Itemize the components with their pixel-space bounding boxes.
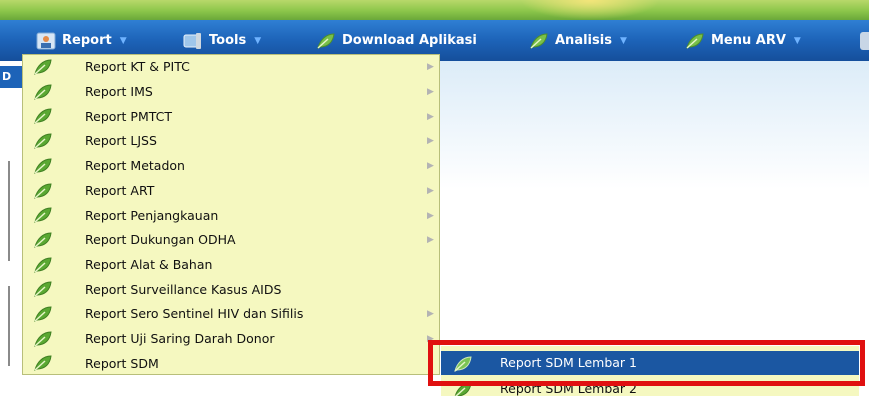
chevron-right-icon: ▶ <box>427 161 434 172</box>
menu-item-label: Report Alat & Bahan <box>85 256 213 272</box>
chevron-down-icon: ▼ <box>793 35 801 46</box>
leaf-icon <box>34 257 52 273</box>
menu-arv-label: Menu ARV <box>711 33 786 48</box>
leaf-icon <box>34 158 52 174</box>
menu-item-report-kt-pitc[interactable]: Report KT & PITC ▶ <box>23 55 439 80</box>
menu-item-report-art[interactable]: Report ART ▶ <box>23 179 439 204</box>
chevron-down-icon: ▼ <box>619 35 627 46</box>
report-icon <box>36 32 56 49</box>
leaf-icon <box>530 32 548 49</box>
left-panel-edge: D <box>0 61 22 396</box>
leaf-icon <box>34 182 52 199</box>
chevron-right-icon: ▶ <box>427 136 434 147</box>
menu-item-label: Report PMTCT <box>85 108 172 124</box>
leaf-icon <box>34 281 52 298</box>
menu-item-report-alat-bahan[interactable]: Report Alat & Bahan <box>23 253 439 278</box>
menu-report-label: Report <box>62 33 112 48</box>
leaf-icon <box>34 59 52 75</box>
leaf-icon <box>34 207 52 224</box>
sdm-submenu: Report SDM Lembar 1 Report SDM Lembar 2 <box>441 346 859 396</box>
menu-overflow-icon[interactable] <box>860 32 869 50</box>
leaf-icon <box>34 108 52 125</box>
banner-glow <box>520 0 660 20</box>
menu-item-label: Report Penjangkauan <box>85 207 219 223</box>
menu-item-label: Report Metadon <box>85 158 185 174</box>
chevron-right-icon: ▶ <box>427 334 434 345</box>
left-panel-divider <box>8 161 10 261</box>
menu-item-report-ljss[interactable]: Report LJSS ▶ <box>23 129 439 154</box>
menu-item-label: Report SDM <box>85 355 159 371</box>
chevron-right-icon: ▶ <box>427 185 434 196</box>
left-panel-divider <box>8 286 10 366</box>
menu-item-report-dukungan-odha[interactable]: Report Dukungan ODHA ▶ <box>23 228 439 253</box>
menu-item-label: Report KT & PITC <box>85 59 190 75</box>
leaf-icon <box>34 133 52 150</box>
menu-item-report-pmtct[interactable]: Report PMTCT ▶ <box>23 104 439 129</box>
leaf-icon <box>34 232 52 248</box>
menu-item-report-penjangkauan[interactable]: Report Penjangkauan ▶ <box>23 203 439 228</box>
menu-item-label: Report Surveillance Kasus AIDS <box>85 281 282 297</box>
leaf-icon <box>34 331 52 347</box>
menu-tools-label: Tools <box>209 33 247 48</box>
leaf-icon <box>317 32 335 49</box>
menu-item-report-ims[interactable]: Report IMS ▶ <box>23 80 439 105</box>
submenu-item-label: Report SDM Lembar 2 <box>500 381 637 396</box>
left-panel-tab[interactable]: D <box>0 66 22 88</box>
leaf-icon <box>34 355 52 372</box>
menu-item-report-surveillance[interactable]: Report Surveillance Kasus AIDS <box>23 277 439 302</box>
chevron-right-icon: ▶ <box>427 111 434 122</box>
menu-item-label: Report IMS <box>85 84 153 100</box>
menu-arv[interactable]: Menu ARV ▼ <box>685 20 801 61</box>
leaf-icon <box>454 382 472 396</box>
leaf-icon <box>686 32 704 49</box>
chevron-right-icon: ▶ <box>427 210 434 221</box>
leaf-icon <box>34 84 52 100</box>
menu-item-label: Report ART <box>85 182 155 198</box>
menu-item-report-metadon[interactable]: Report Metadon ▶ <box>23 154 439 179</box>
header-banner-strip <box>0 0 869 20</box>
chevron-down-icon: ▼ <box>254 35 262 46</box>
menu-item-report-sdm[interactable]: Report SDM <box>23 351 439 376</box>
leaf-icon <box>34 306 52 322</box>
menu-analisis[interactable]: Analisis ▼ <box>529 20 627 61</box>
chevron-right-icon: ▶ <box>427 309 434 320</box>
menu-item-label: Report LJSS <box>85 133 157 149</box>
submenu-item-sdm-lembar-1[interactable]: Report SDM Lembar 1 <box>441 351 859 375</box>
chevron-down-icon: ▼ <box>119 35 127 46</box>
submenu-item-sdm-lembar-2[interactable]: Report SDM Lembar 2 <box>441 377 859 396</box>
chevron-right-icon: ▶ <box>427 235 434 246</box>
menu-item-label: Report Dukungan ODHA <box>85 232 236 248</box>
menu-item-label: Report Sero Sentinel HIV dan Sifilis <box>85 306 304 322</box>
leaf-icon <box>454 356 472 372</box>
menu-analisis-label: Analisis <box>555 33 612 48</box>
menu-item-label: Report Uji Saring Darah Donor <box>85 331 275 347</box>
report-dropdown-menu: Report KT & PITC ▶ Report IMS ▶ Report P… <box>22 54 440 375</box>
submenu-item-label: Report SDM Lembar 1 <box>500 355 637 370</box>
menu-item-report-uji-saring[interactable]: Report Uji Saring Darah Donor ▶ <box>23 327 439 352</box>
chevron-right-icon: ▶ <box>427 62 434 73</box>
content-area <box>440 61 869 346</box>
menu-download-label: Download Aplikasi <box>342 33 477 48</box>
menu-item-report-sero-sentinel[interactable]: Report Sero Sentinel HIV dan Sifilis ▶ <box>23 302 439 327</box>
tools-icon <box>183 32 201 49</box>
chevron-right-icon: ▶ <box>427 87 434 98</box>
